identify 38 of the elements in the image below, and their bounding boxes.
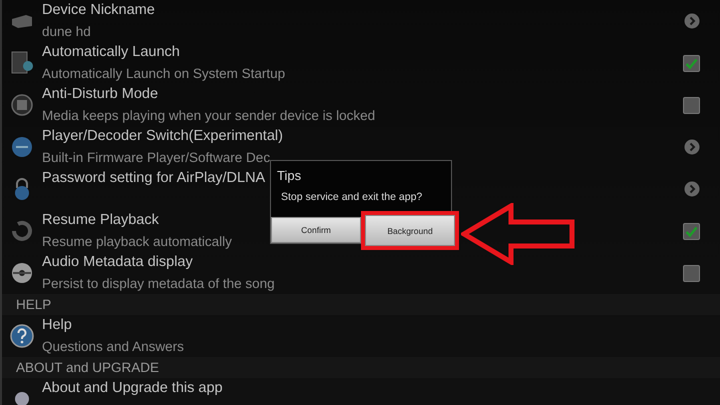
dialog-button[interactable]: Background bbox=[365, 215, 455, 246]
setting-title: Resume Playback bbox=[42, 211, 159, 230]
checkbox[interactable] bbox=[683, 264, 700, 282]
section-header: ABOUT and UPGRADE bbox=[2, 357, 720, 378]
setting-title: Anti-Disturb Mode bbox=[42, 85, 158, 104]
setting-title: Audio Metadata display bbox=[42, 253, 193, 272]
setting-title: Device Nickname bbox=[42, 1, 155, 20]
lock-icon bbox=[13, 177, 31, 201]
setting-title: About and Upgrade this app bbox=[42, 379, 223, 398]
setting-summary: Automatically Launch on System Startup bbox=[42, 65, 286, 83]
setting-summary: Built-in Firmware Player/Software Dec bbox=[42, 149, 270, 167]
tablet-icon bbox=[11, 51, 33, 75]
setting-summary: Media keeps playing when your sender device is locked bbox=[42, 107, 376, 125]
dialog-title: Tips bbox=[276, 167, 302, 185]
arrow-icon bbox=[461, 203, 575, 265]
section-header: HELP bbox=[2, 294, 720, 315]
help-icon bbox=[10, 324, 34, 348]
setting-title: Player/Decoder Switch(Experimental) bbox=[42, 127, 283, 146]
setting-summary: Resume playback automatically bbox=[42, 233, 232, 251]
chevron-icon[interactable] bbox=[684, 181, 700, 197]
checkbox[interactable] bbox=[683, 222, 700, 240]
record-icon bbox=[11, 94, 33, 116]
disc-icon bbox=[11, 136, 33, 158]
setting-summary: Questions and Answers bbox=[42, 338, 184, 356]
chevron-icon[interactable] bbox=[684, 13, 700, 29]
disc-icon bbox=[11, 262, 33, 284]
checkbox[interactable] bbox=[683, 96, 700, 114]
dialog-message: Stop service and exit the app? bbox=[280, 190, 424, 205]
setting-summary: dune hd bbox=[42, 23, 91, 41]
setting-title: Help bbox=[42, 316, 72, 335]
setting-title: Password setting for AirPlay/DLNA bbox=[42, 169, 266, 188]
setting-title: Automatically Launch bbox=[42, 43, 180, 62]
dialog-button[interactable]: Confirm bbox=[271, 217, 361, 243]
device-icon bbox=[11, 13, 33, 29]
chevron-icon[interactable] bbox=[684, 139, 700, 155]
checkbox[interactable] bbox=[683, 54, 700, 72]
setting-summary: Persist to display metadata of the song bbox=[42, 275, 275, 293]
refresh-icon bbox=[11, 220, 33, 242]
